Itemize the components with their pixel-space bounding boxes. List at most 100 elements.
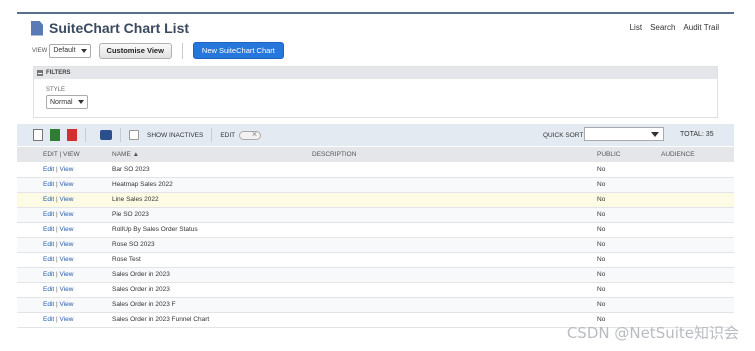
edit-view-cell: Edit | View (17, 192, 112, 208)
view-label: VIEW (32, 47, 48, 54)
view-select[interactable]: Default (49, 43, 91, 58)
view-link[interactable]: View (60, 166, 74, 173)
filters-panel: FILTERS STYLE Normal (33, 66, 718, 118)
divider (211, 128, 213, 142)
list-link[interactable]: List (630, 23, 642, 32)
view-link[interactable]: View (60, 211, 74, 218)
table-row[interactable]: Edit | View Sales Order in 2023 F No (17, 297, 734, 313)
audit-trail-link[interactable]: Audit Trail (683, 23, 719, 32)
filters-header[interactable]: FILTERS (34, 67, 717, 79)
name-cell: Rose SO 2023 (112, 237, 312, 253)
new-document-icon[interactable] (33, 129, 43, 141)
new-suitechart-chart-button[interactable]: New SuiteChart Chart (192, 42, 284, 59)
table-row[interactable]: Edit | View Sales Order in 2023 No (17, 282, 734, 298)
collapse-icon[interactable] (37, 70, 43, 76)
edit-view-cell: Edit | View (17, 237, 112, 253)
name-cell: Pie SO 2023 (112, 207, 312, 223)
audience-cell (661, 237, 734, 253)
edit-link[interactable]: Edit (43, 226, 54, 233)
export-excel-icon[interactable] (50, 129, 60, 141)
top-rule (17, 12, 734, 14)
table-row[interactable]: Edit | View Bar SO 2023 No (17, 162, 734, 178)
style-select[interactable]: Normal (46, 95, 88, 109)
column-header-public[interactable]: PUBLIC (597, 147, 661, 162)
audience-cell (661, 192, 734, 208)
print-icon[interactable] (100, 130, 112, 140)
page-title: SuiteChart Chart List (49, 20, 190, 36)
watermark: CSDN @NetSuite知识会 (566, 324, 739, 342)
page-header: SuiteChart Chart List (31, 19, 189, 37)
view-link[interactable]: View (60, 316, 74, 323)
show-inactives-checkbox[interactable] (129, 130, 139, 140)
edit-view-cell: Edit | View (17, 312, 112, 328)
view-link[interactable]: View (60, 271, 74, 278)
description-cell (312, 312, 597, 328)
audience-cell (661, 297, 734, 313)
name-cell: Rose Test (112, 252, 312, 268)
edit-link[interactable]: Edit (43, 256, 54, 263)
divider (85, 128, 86, 142)
view-link[interactable]: View (60, 301, 74, 308)
edit-link[interactable]: Edit (43, 286, 54, 293)
public-cell: No (597, 177, 661, 193)
edit-view-cell: Edit | View (17, 252, 112, 268)
view-link[interactable]: View (60, 286, 74, 293)
description-cell (312, 267, 597, 283)
quick-sort-select[interactable] (584, 127, 664, 141)
table-row[interactable]: Edit | View Line Sales 2022 No (17, 192, 734, 208)
table-row[interactable]: Edit | View Rose Test No (17, 252, 734, 268)
view-link[interactable]: View (60, 181, 74, 188)
public-cell: No (597, 282, 661, 298)
table-row[interactable]: Edit | View Rose SO 2023 No (17, 237, 734, 253)
filters-title: FILTERS (46, 70, 71, 76)
total-count: TOTAL: 35 (680, 131, 714, 138)
view-select-value: Default (53, 47, 76, 54)
view-link[interactable]: View (60, 241, 74, 248)
edit-link[interactable]: Edit (43, 166, 54, 173)
edit-link[interactable]: Edit (43, 196, 54, 203)
edit-link[interactable]: Edit (43, 181, 54, 188)
column-header-name[interactable]: NAME ▲ (112, 147, 312, 162)
audience-cell (661, 177, 734, 193)
public-cell: No (597, 267, 661, 283)
column-header-description[interactable]: DESCRIPTION (312, 147, 597, 162)
column-header-audience[interactable]: AUDIENCE (661, 147, 734, 162)
description-cell (312, 192, 597, 208)
table-row[interactable]: Edit | View Heatmap Sales 2022 No (17, 177, 734, 193)
audience-cell (661, 207, 734, 223)
description-cell (312, 252, 597, 268)
name-cell: Heatmap Sales 2022 (112, 177, 312, 193)
chevron-down-icon (77, 100, 84, 104)
audience-cell (661, 252, 734, 268)
edit-link[interactable]: Edit (43, 316, 54, 323)
edit-link[interactable]: Edit (43, 301, 54, 308)
edit-toggle[interactable] (239, 129, 262, 140)
name-cell: Sales Order in 2023 (112, 282, 312, 298)
name-cell: Sales Order in 2023 F (112, 297, 312, 313)
description-cell (312, 237, 597, 253)
table-row[interactable]: Edit | View Pie SO 2023 No (17, 207, 734, 223)
edit-link[interactable]: Edit (43, 211, 54, 218)
table-row[interactable]: Edit | View Sales Order in 2023 No (17, 267, 734, 283)
description-cell (312, 177, 597, 193)
audience-cell (661, 222, 734, 238)
customise-view-button[interactable]: Customise View (98, 42, 172, 59)
edit-view-cell: Edit | View (17, 297, 112, 313)
view-link[interactable]: View (60, 256, 74, 263)
public-cell: No (597, 297, 661, 313)
search-link[interactable]: Search (650, 23, 675, 32)
edit-link[interactable]: Edit (43, 241, 54, 248)
export-pdf-icon[interactable] (67, 129, 77, 141)
quick-sort-label: QUICK SORT (543, 132, 584, 139)
edit-view-cell: Edit | View (17, 267, 112, 283)
chevron-down-icon (651, 132, 659, 137)
view-link[interactable]: View (60, 196, 74, 203)
document-icon (31, 20, 43, 36)
list-toolbar: SHOW INACTIVES EDIT QUICK SORT TOTAL: 35 (17, 124, 734, 146)
edit-link[interactable]: Edit (43, 271, 54, 278)
view-link[interactable]: View (60, 226, 74, 233)
table-row[interactable]: Edit | View RollUp By Sales Order Status N… (17, 222, 734, 238)
public-cell: No (597, 162, 661, 178)
edit-view-cell: Edit | View (17, 222, 112, 238)
audience-cell (661, 162, 734, 178)
